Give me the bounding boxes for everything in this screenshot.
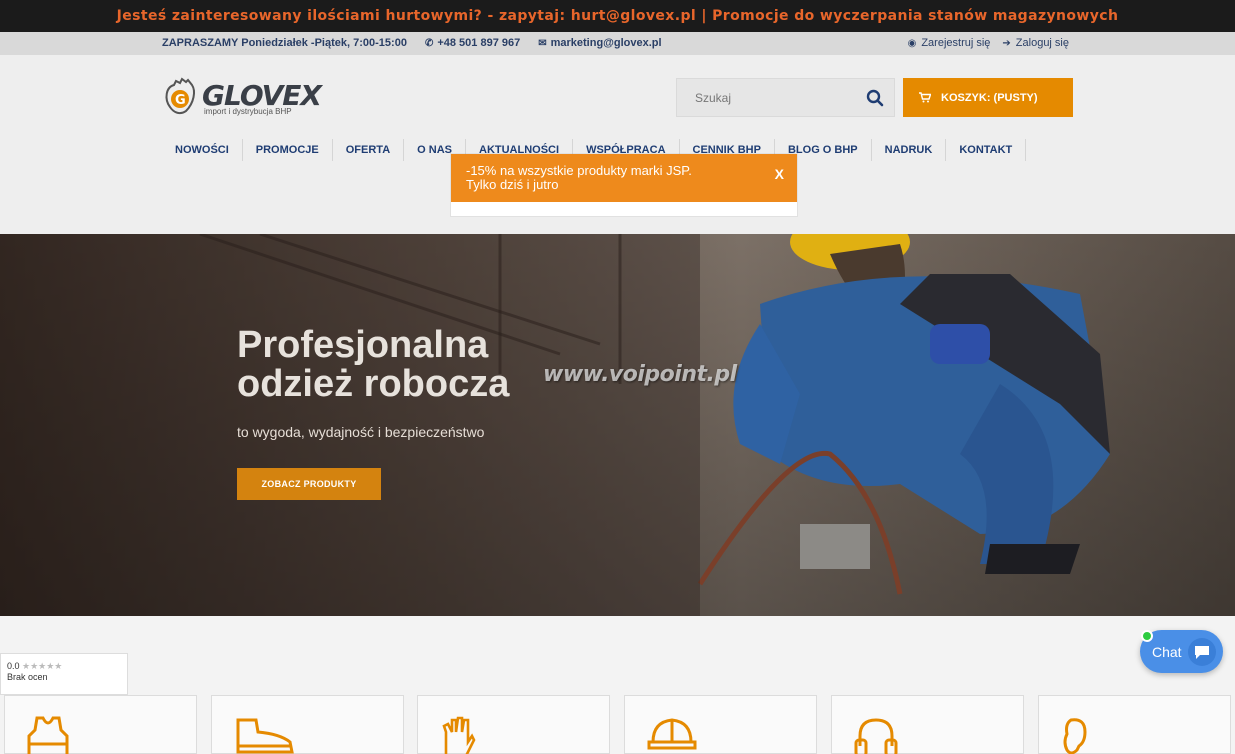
glove-icon — [442, 716, 476, 754]
watermark-text: www.voipoint.pl — [543, 362, 737, 387]
popup-line-2: Tylko dziś i jutro — [466, 177, 559, 192]
helmet-icon — [647, 718, 697, 750]
hero-title: Profesjonalna odzież robocza — [237, 324, 510, 405]
popup-line-1: -15% na wszystkie produkty marki JSP. — [466, 163, 692, 178]
nav-item-promocje[interactable]: PROMOCJE — [243, 139, 333, 161]
cart-icon — [919, 92, 931, 103]
top-promo-banner: Jesteś zainteresowany ilościami hurtowym… — [0, 0, 1235, 32]
search-input[interactable] — [677, 79, 847, 116]
category-tile-gloves[interactable] — [417, 695, 610, 754]
top-banner-text: Jesteś zainteresowany ilościami hurtowym… — [116, 8, 1119, 24]
phone-link[interactable]: ✆ +48 501 897 967 — [425, 37, 520, 49]
cart-button[interactable]: KOSZYK: (PUSTY) — [903, 78, 1073, 117]
user-icon: ◉ — [907, 37, 917, 49]
hero-subtitle: to wygoda, wydajność i bezpieczeństwo — [237, 424, 485, 440]
category-tile-vests[interactable] — [4, 695, 197, 754]
hero-banner[interactable]: Profesjonalna odzież robocza www.voipoin… — [0, 234, 1235, 616]
vest-icon — [27, 716, 69, 754]
see-products-button[interactable]: ZOBACZ PRODUKTY — [237, 468, 381, 500]
search-icon[interactable] — [866, 89, 884, 107]
category-tile-shoes[interactable] — [211, 695, 404, 754]
chat-label: Chat — [1152, 643, 1182, 660]
ear-protection-icon — [854, 718, 898, 754]
earplug-icon — [1063, 718, 1087, 754]
promo-popup-header: -15% na wszystkie produkty marki JSP. Ty… — [451, 154, 797, 202]
popup-close-button[interactable]: X — [775, 166, 784, 182]
rating-widget[interactable]: 0.0 ★★★★★ Brak ocen — [0, 653, 128, 695]
category-tile-hearing[interactable] — [831, 695, 1024, 754]
envelope-icon: ✉ — [538, 37, 547, 49]
category-tiles — [0, 695, 1235, 754]
opening-hours: ZAPRASZAMY Poniedziałek -Piątek, 7:00-15… — [162, 37, 407, 49]
nav-item-nadruk[interactable]: NADRUK — [872, 139, 947, 161]
sign-in-icon: ➔ — [1002, 37, 1011, 49]
nav-item-nowosci[interactable]: NOWOŚCI — [162, 139, 243, 161]
rating-text: Brak ocen — [7, 672, 48, 682]
cart-label: KOSZYK: (PUSTY) — [941, 91, 1038, 104]
category-tile-earplugs[interactable] — [1038, 695, 1231, 754]
online-status-dot — [1141, 630, 1153, 642]
rating-score: 0.0 — [7, 661, 20, 671]
glovex-logo[interactable]: G GLOVEX import i dystrybucja BHP — [162, 77, 322, 117]
logo-tagline: import i dystrybucja BHP — [204, 107, 292, 116]
promo-popup: -15% na wszystkie produkty marki JSP. Ty… — [451, 154, 797, 216]
chat-button[interactable]: Chat — [1140, 630, 1223, 673]
phone-icon: ✆ — [424, 37, 434, 49]
search-box — [676, 78, 895, 117]
email-link[interactable]: ✉ marketing@glovex.pl — [538, 37, 661, 49]
rating-stars: ★★★★★ — [22, 661, 63, 671]
category-tile-helmets[interactable] — [624, 695, 817, 754]
chat-bubble-icon — [1188, 638, 1216, 666]
login-link[interactable]: ➔ Zaloguj się — [1002, 37, 1069, 49]
glove-logo-icon: G — [165, 77, 195, 115]
shoe-icon — [236, 718, 294, 754]
hero-background-image — [0, 234, 1235, 616]
svg-text:G: G — [175, 93, 186, 108]
info-bar: ZAPRASZAMY Poniedziałek -Piątek, 7:00-15… — [0, 32, 1235, 55]
register-link[interactable]: ◉ Zarejestruj się — [908, 37, 991, 49]
nav-item-kontakt[interactable]: KONTAKT — [946, 139, 1027, 161]
nav-item-oferta[interactable]: OFERTA — [333, 139, 405, 161]
